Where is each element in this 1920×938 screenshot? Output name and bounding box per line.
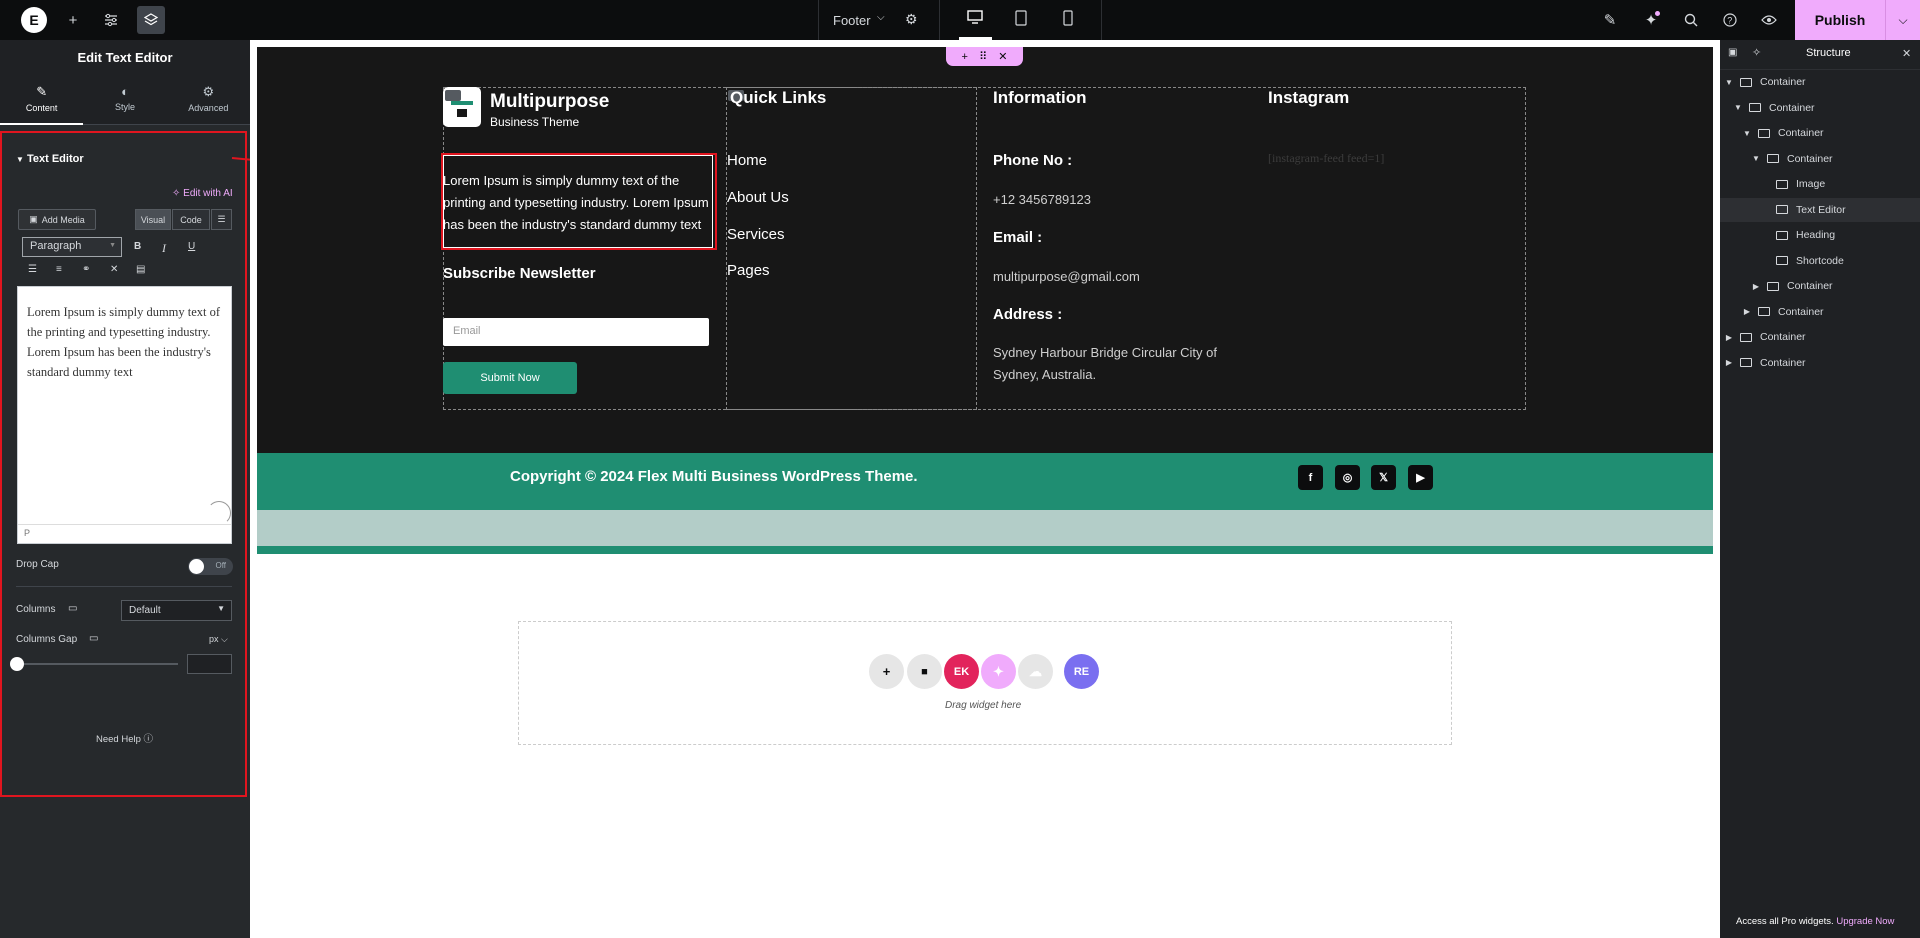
footer-link-home[interactable]: Home: [727, 152, 767, 169]
email-label: Email :: [993, 229, 1043, 246]
caret-down-icon[interactable]: ▼: [1733, 103, 1743, 112]
structure-item-label: Heading: [1796, 229, 1836, 241]
section-handle[interactable]: + ⠿ ✕: [946, 47, 1023, 66]
structure-item-label: Container: [1778, 127, 1824, 139]
instagram-shortcode: [instagram-feed feed=1]: [1268, 151, 1385, 165]
phone-value: +12 3456789123: [993, 192, 1091, 207]
newsletter-email-input[interactable]: Email: [443, 318, 709, 346]
structure-item[interactable]: ▼ Container: [1720, 70, 1920, 94]
phone-label: Phone No :: [993, 152, 1073, 169]
information-heading: Information: [993, 88, 1087, 107]
subscribe-heading: Subscribe Newsletter: [443, 265, 596, 282]
structure-item-label: Container: [1787, 280, 1833, 292]
container-icon: [1758, 128, 1770, 138]
structure-item[interactable]: Heading: [1720, 223, 1920, 247]
caret-down-icon[interactable]: ▼: [1724, 78, 1734, 87]
structure-item[interactable]: Text Editor: [1720, 197, 1920, 222]
structure-item-label: Container: [1760, 356, 1806, 369]
structure-item[interactable]: ▶ Container: [1720, 274, 1920, 298]
structure-item[interactable]: ▼ Container: [1720, 96, 1920, 120]
add-icon[interactable]: +: [962, 51, 968, 63]
structure-item[interactable]: Shortcode: [1720, 249, 1920, 273]
navigator-sparkle-icon[interactable]: ✧: [1752, 46, 1761, 59]
container-icon: [1740, 332, 1752, 342]
structure-item-label: Container: [1760, 331, 1806, 343]
image-icon: [1776, 179, 1788, 189]
container-icon: [1767, 281, 1779, 291]
copyright-text: Copyright © 2024 Flex Multi Business Wor…: [510, 468, 918, 485]
structure-item[interactable]: ▶ Container: [1720, 325, 1920, 349]
text-editor-icon: [1776, 205, 1788, 214]
structure-item-label: Image: [1796, 178, 1826, 190]
youtube-icon[interactable]: ▶: [1408, 465, 1433, 490]
caret-down-icon[interactable]: ▼: [1751, 154, 1761, 163]
submit-button[interactable]: Submit Now: [443, 362, 577, 394]
instagram-heading: Instagram: [1268, 88, 1350, 107]
container-icon: [1749, 103, 1761, 112]
caret-right-icon[interactable]: ▶: [1724, 358, 1734, 367]
heading-icon: [1776, 230, 1788, 240]
structure-item[interactable]: ▶ Container: [1720, 351, 1920, 375]
brand-name: Multipurpose: [490, 91, 610, 112]
quick-links-heading: Quick Links: [730, 88, 827, 107]
structure-item-label: Container: [1769, 101, 1815, 114]
address-label: Address :: [993, 306, 1063, 323]
instagram-icon[interactable]: ◎: [1335, 465, 1360, 490]
column-outline[interactable]: [726, 87, 977, 410]
caret-right-icon[interactable]: ▶: [1751, 282, 1761, 291]
caret-right-icon[interactable]: ▶: [1742, 307, 1752, 316]
footer-link-about[interactable]: About Us: [727, 189, 789, 206]
drag-widget-hint: Drag widget here: [945, 700, 1022, 711]
structure-item[interactable]: ▼ Container: [1720, 147, 1920, 171]
footer-link-pages[interactable]: Pages: [727, 262, 770, 279]
structure-item-label: Container: [1778, 305, 1824, 318]
caret-right-icon[interactable]: ▶: [1724, 333, 1734, 342]
structure-item-label: Container: [1787, 152, 1833, 165]
text-editor-widget[interactable]: Lorem Ipsum is simply dummy text of the …: [443, 170, 715, 236]
cloud-templates-icon[interactable]: ☁: [1018, 654, 1053, 689]
structure-title: Structure: [1806, 47, 1851, 59]
structure-item-label: Shortcode: [1796, 254, 1844, 267]
divider-bar: [257, 546, 1713, 554]
close-icon[interactable]: ✕: [1902, 47, 1911, 60]
footer-link-services[interactable]: Services: [727, 226, 785, 243]
structure-item[interactable]: ▼ Container: [1720, 121, 1920, 145]
empty-section[interactable]: [257, 510, 1713, 546]
facebook-icon[interactable]: f: [1298, 465, 1323, 490]
drag-icon[interactable]: ⠿: [979, 50, 987, 63]
ai-sparkle-icon[interactable]: ✦: [981, 654, 1016, 689]
structure-item[interactable]: ▶ Container: [1720, 300, 1920, 324]
structure-item-label: Text Editor: [1796, 203, 1846, 216]
copyright-bar: [257, 453, 1713, 510]
upgrade-link[interactable]: Upgrade Now: [1836, 916, 1894, 927]
brand-subtitle: Business Theme: [490, 115, 580, 129]
elementskit-icon[interactable]: EK: [944, 654, 979, 689]
email-value: multipurpose@gmail.com: [993, 269, 1140, 284]
structure-item[interactable]: Image: [1720, 172, 1920, 196]
pro-promo: Access all Pro widgets. Upgrade Now: [1736, 916, 1895, 927]
shortcode-icon: [1776, 256, 1788, 265]
container-icon: [1758, 307, 1770, 316]
caret-down-icon[interactable]: ▼: [1742, 129, 1752, 138]
x-twitter-icon[interactable]: 𝕏: [1371, 465, 1396, 490]
structure-panel: ▣ ✧ Structure ✕ ▼ Container ▼ Container ▼ Con…: [1720, 40, 1920, 938]
container-icon: [1740, 358, 1752, 367]
structure-item-label: Container: [1760, 76, 1806, 88]
add-section-icon[interactable]: +: [869, 654, 904, 689]
container-icon: [1740, 77, 1752, 87]
template-folder-icon[interactable]: ■: [907, 654, 942, 689]
container-icon: [1767, 154, 1779, 163]
widget-edit-icon[interactable]: [445, 90, 461, 101]
royal-elementor-icon[interactable]: RE: [1064, 654, 1099, 689]
close-icon[interactable]: ✕: [998, 50, 1007, 63]
address-value: Sydney Harbour Bridge Circular City of S…: [993, 345, 1217, 382]
collapse-all-icon[interactable]: ▣: [1728, 47, 1737, 58]
